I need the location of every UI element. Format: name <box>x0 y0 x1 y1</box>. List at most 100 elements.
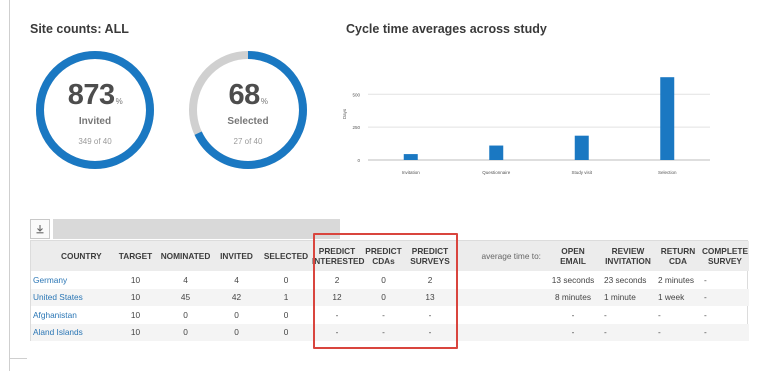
spacer-cell <box>455 324 545 342</box>
open-email-cell: 13 seconds <box>551 274 595 285</box>
header-selected[interactable]: SELECTED <box>260 241 312 271</box>
cycle-chart-svg: 0 250 500 Days Invitation Questionnaire Study … <box>342 77 710 175</box>
header-invited[interactable]: INVITED <box>213 241 260 271</box>
spacer-cell <box>455 271 545 289</box>
country-link[interactable]: Afghanistan <box>31 306 113 324</box>
open-email-cell: - <box>571 327 575 338</box>
cycle-chart: 0 250 500 Days Invitation Questionnaire Study … <box>338 60 718 185</box>
header-review-invitation[interactable]: REVIEW INVITATION <box>601 241 655 271</box>
predict-surveys-cell: - <box>428 327 432 338</box>
header-open-email[interactable]: OPEN EMAIL <box>545 241 601 271</box>
return-cda-cell: - <box>658 327 661 338</box>
table-toolbar <box>30 219 340 239</box>
review-invitation-cell: - <box>604 327 607 338</box>
nominated-cell: 4 <box>183 274 188 285</box>
target-cell: 10 <box>130 274 141 285</box>
header-average-time: average time to: <box>481 251 542 261</box>
return-cda-cell: 2 minutes <box>658 274 694 285</box>
complete-survey-cell: - <box>704 292 707 303</box>
invited-gauge: 873% Invited 349 of 40 <box>35 50 155 170</box>
invited-cell: 0 <box>234 327 239 338</box>
bar <box>403 154 418 160</box>
download-icon <box>36 225 44 234</box>
predict-interested-cell: 12 <box>332 292 342 303</box>
selected-cell: 0 <box>283 327 289 338</box>
table-row: United States 10 45 42 1 12 0 13 8 minut… <box>31 288 749 307</box>
header-predict-interested-line1: PREDICT <box>318 246 356 256</box>
header-predict-interested[interactable]: PREDICT INTERESTED <box>312 241 365 271</box>
header-complete-survey-line2: SURVEY <box>708 256 742 266</box>
header-complete-survey-line1: COMPLETE <box>701 246 749 256</box>
spacer-cell <box>455 289 545 307</box>
table-header-row: COUNTRY TARGET NOMINATED INVITED SELECTE… <box>31 241 749 271</box>
header-return-cda-line1: RETURN <box>660 246 696 256</box>
header-predict-cdas[interactable]: PREDICT CDAs <box>362 241 405 271</box>
header-predict-surveys[interactable]: PREDICT SURVEYS <box>405 241 455 271</box>
target-cell: 10 <box>130 327 141 338</box>
header-review-invitation-line1: REVIEW <box>611 246 645 256</box>
bar <box>489 145 504 160</box>
header-predict-cdas-line1: PREDICT <box>365 246 402 256</box>
target-cell: 10 <box>130 309 141 320</box>
invited-cell: 4 <box>234 274 239 285</box>
review-invitation-cell: 1 minute <box>604 292 636 303</box>
review-invitation-cell: - <box>604 309 607 320</box>
x-tick-label: Study visit <box>571 170 592 175</box>
header-return-cda-line2: CDA <box>669 256 687 266</box>
return-cda-cell: 1 week <box>658 292 685 303</box>
invited-cell: 42 <box>231 292 242 303</box>
predict-cdas-cell: - <box>382 327 385 338</box>
selected-gauge: 68% Selected 27 of 40 <box>188 50 308 170</box>
download-button[interactable] <box>30 219 50 239</box>
x-tick-label: Questionnaire <box>482 170 511 175</box>
y-tick-label: 0 <box>357 158 360 163</box>
selected-cell: 1 <box>283 292 289 303</box>
selected-unit: % <box>260 97 268 106</box>
table-row: Aland Islands 10 0 0 0 - - - - - - - <box>31 323 749 342</box>
target-cell: 10 <box>130 292 141 303</box>
predict-interested-cell: - <box>335 327 339 338</box>
open-email-cell: - <box>571 309 575 320</box>
cycle-chart-title: Cycle time averages across study <box>346 22 547 36</box>
header-predict-interested-line2: INTERESTED <box>312 256 365 266</box>
table-row: Afghanistan 10 0 0 0 - - - - - - - <box>31 306 749 324</box>
y-tick-label: 250 <box>352 125 360 130</box>
invited-unit: % <box>115 97 123 106</box>
country-link[interactable]: Germany <box>31 271 113 289</box>
bar <box>660 77 675 160</box>
selected-cell: 0 <box>283 309 289 320</box>
country-link[interactable]: United States <box>31 289 113 307</box>
header-open-email-line1: OPEN <box>561 246 585 256</box>
y-tick-label: 500 <box>352 92 360 97</box>
header-complete-survey[interactable]: COMPLETE SURVEY <box>701 241 749 271</box>
selected-label: Selected <box>227 116 269 127</box>
header-return-cda[interactable]: RETURN CDA <box>655 241 701 271</box>
header-nominated[interactable]: NOMINATED <box>158 241 213 271</box>
header-predict-surveys-line2: SURVEYS <box>410 256 450 266</box>
y-axis-label: Days <box>342 108 347 119</box>
header-target[interactable]: TARGET <box>113 241 158 271</box>
header-review-invitation-line2: INVITATION <box>605 256 651 266</box>
x-tick-label: Invitation <box>402 170 421 175</box>
predict-surveys-cell: - <box>428 309 432 320</box>
site-table: COUNTRY TARGET NOMINATED INVITED SELECTE… <box>30 240 749 342</box>
country-link[interactable]: Aland Islands <box>31 324 113 342</box>
open-email-cell: 8 minutes <box>555 292 591 303</box>
header-country[interactable]: COUNTRY <box>31 241 113 271</box>
review-invitation-cell: 23 seconds <box>604 274 647 285</box>
selected-value: 68 <box>228 79 261 111</box>
header-predict-surveys-line1: PREDICT <box>411 246 449 256</box>
nominated-cell: 0 <box>183 327 188 338</box>
bar <box>574 135 589 160</box>
header-predict-cdas-line2: CDAs <box>372 256 395 266</box>
invited-label: Invited <box>78 116 112 127</box>
divider <box>9 358 27 359</box>
x-tick-label: Selection <box>658 170 677 175</box>
predict-cdas-cell: - <box>382 309 385 320</box>
complete-survey-cell: - <box>704 309 707 320</box>
predict-surveys-cell: 13 <box>425 292 435 303</box>
selected-sub: 27 of 40 <box>233 137 263 146</box>
return-cda-cell: - <box>658 309 661 320</box>
complete-survey-cell: - <box>704 274 707 285</box>
invited-cell: 0 <box>234 309 239 320</box>
